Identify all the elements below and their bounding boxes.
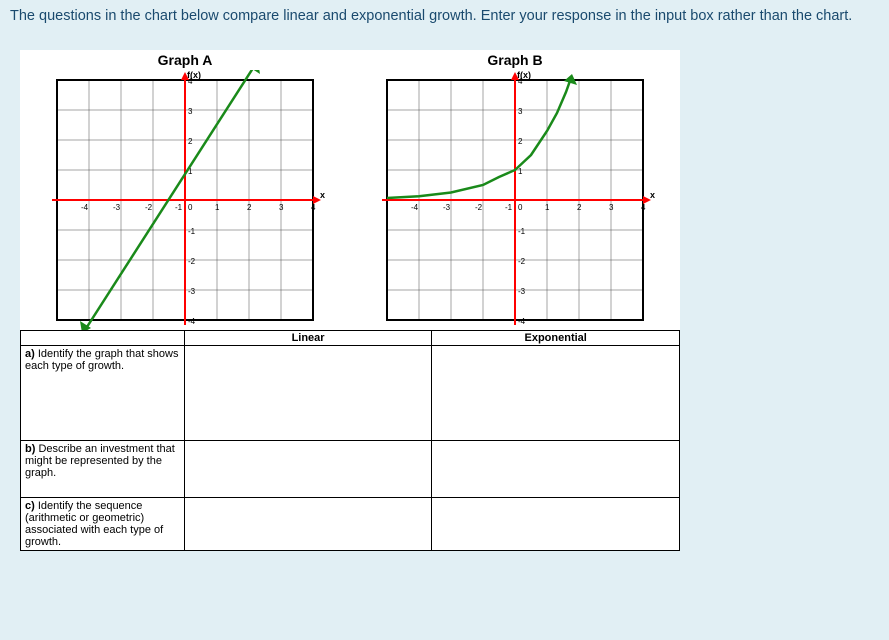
svg-text:3: 3 bbox=[518, 107, 523, 116]
graph-a-xlabel: x bbox=[320, 190, 325, 200]
svg-text:3: 3 bbox=[188, 107, 193, 116]
page: The questions in the chart below compare… bbox=[0, 0, 889, 640]
svg-text:4: 4 bbox=[311, 203, 316, 212]
svg-text:-3: -3 bbox=[188, 287, 196, 296]
graphs-row: Graph A bbox=[20, 50, 680, 330]
graph-b-title: Graph B bbox=[350, 50, 680, 70]
prompt-b: b) Describe an investment that might be … bbox=[21, 441, 185, 498]
svg-text:2: 2 bbox=[247, 203, 252, 212]
svg-text:4: 4 bbox=[641, 203, 646, 212]
svg-text:-2: -2 bbox=[188, 257, 196, 266]
table-row: a) Identify the graph that shows each ty… bbox=[21, 346, 680, 441]
svg-text:-1: -1 bbox=[188, 227, 196, 236]
graph-b-ylabel: f(x) bbox=[517, 70, 531, 80]
table-header-row: Linear Exponential bbox=[21, 331, 680, 346]
table-row: c) Identify the sequence (arithmetic or … bbox=[21, 498, 680, 551]
svg-text:-4: -4 bbox=[518, 317, 526, 326]
header-linear: Linear bbox=[184, 331, 432, 346]
svg-text:-1: -1 bbox=[518, 227, 526, 236]
header-blank bbox=[21, 331, 185, 346]
work-area: Graph A bbox=[20, 50, 680, 551]
svg-text:-4: -4 bbox=[411, 203, 419, 212]
header-exponential: Exponential bbox=[432, 331, 680, 346]
svg-text:1: 1 bbox=[215, 203, 220, 212]
svg-text:2: 2 bbox=[188, 137, 193, 146]
svg-text:-1: -1 bbox=[175, 203, 183, 212]
graph-b-block: Graph B bbox=[350, 50, 680, 330]
graph-b-plot: -4-3 -2-1 0 12 34 43 21 -1-2 -3-4 f(x) x bbox=[365, 70, 665, 330]
svg-text:0: 0 bbox=[188, 203, 193, 212]
svg-text:1: 1 bbox=[518, 167, 523, 176]
instruction-text: The questions in the chart below compare… bbox=[10, 8, 879, 24]
svg-text:1: 1 bbox=[545, 203, 550, 212]
svg-text:-1: -1 bbox=[505, 203, 513, 212]
answer-a-linear bbox=[184, 346, 432, 441]
svg-text:-4: -4 bbox=[188, 317, 196, 326]
graph-a-ylabel: f(x) bbox=[187, 70, 201, 80]
svg-text:-3: -3 bbox=[113, 203, 121, 212]
graph-a-block: Graph A bbox=[20, 50, 350, 330]
svg-text:-3: -3 bbox=[443, 203, 451, 212]
svg-text:3: 3 bbox=[279, 203, 284, 212]
svg-text:2: 2 bbox=[577, 203, 582, 212]
prompt-a: a) Identify the graph that shows each ty… bbox=[21, 346, 185, 441]
prompt-c: c) Identify the sequence (arithmetic or … bbox=[21, 498, 185, 551]
table-row: b) Describe an investment that might be … bbox=[21, 441, 680, 498]
graph-a-plot: -4-3 -2-1 0 12 34 43 21 -1-2 -3-4 f(x) x bbox=[35, 70, 335, 330]
svg-text:-2: -2 bbox=[475, 203, 483, 212]
graph-b-xlabel: x bbox=[650, 190, 655, 200]
answer-b-linear bbox=[184, 441, 432, 498]
answer-c-linear bbox=[184, 498, 432, 551]
svg-text:-2: -2 bbox=[145, 203, 153, 212]
svg-text:3: 3 bbox=[609, 203, 614, 212]
answer-a-exponential bbox=[432, 346, 680, 441]
svg-text:2: 2 bbox=[518, 137, 523, 146]
answer-b-exponential bbox=[432, 441, 680, 498]
svg-text:-3: -3 bbox=[518, 287, 526, 296]
comparison-table: Linear Exponential a) Identify the graph… bbox=[20, 330, 680, 551]
svg-text:-2: -2 bbox=[518, 257, 526, 266]
answer-c-exponential bbox=[432, 498, 680, 551]
svg-text:-4: -4 bbox=[81, 203, 89, 212]
svg-text:0: 0 bbox=[518, 203, 523, 212]
graph-a-title: Graph A bbox=[20, 50, 350, 70]
